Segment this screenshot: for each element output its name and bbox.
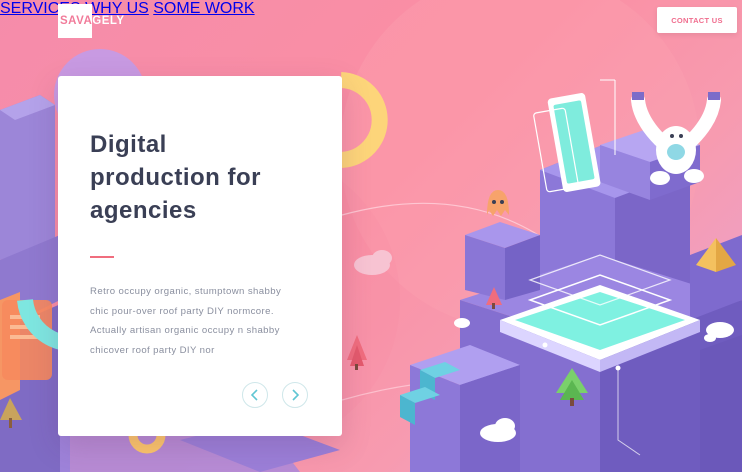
chevron-left-icon	[250, 389, 258, 401]
description-line: chicover roof party DIY nor	[90, 344, 215, 356]
headline-line: production for	[90, 164, 261, 191]
next-slide-button[interactable]	[282, 382, 308, 408]
description-line: Retro occupy organic, stumptown shabby	[90, 286, 282, 297]
description-line: Actually artisan organic occupy n shabby	[90, 325, 280, 336]
prev-slide-button[interactable]	[242, 382, 268, 408]
chevron-right-icon	[292, 389, 300, 401]
hero-description: Retro occupy organic, stumptown shabby c…	[90, 282, 320, 360]
headline-line: agencies	[90, 197, 197, 224]
logo-text: SAVAGELY	[60, 15, 125, 27]
accent-divider	[90, 256, 114, 258]
hero-headline: Digital production for agencies	[90, 128, 320, 227]
hero-card: Digital production for agencies Retro oc…	[58, 76, 342, 436]
brand-logo[interactable]: SAVAGELY	[58, 4, 124, 38]
contact-us-button[interactable]: CONTACT US	[657, 7, 737, 33]
headline-line: Digital	[90, 131, 167, 158]
description-line: chic pour-over roof party DIY normcore.	[90, 305, 274, 317]
